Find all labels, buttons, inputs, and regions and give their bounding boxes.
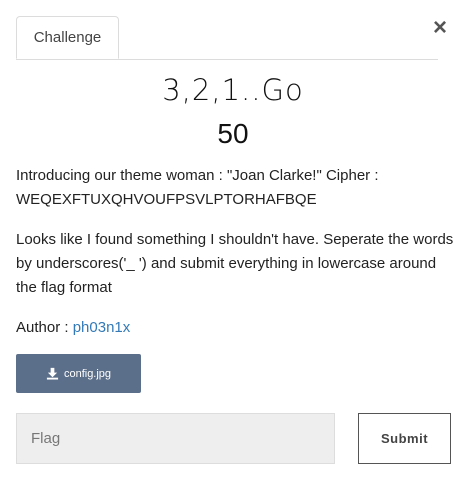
flag-input[interactable] [16, 413, 335, 464]
tab-bar: Challenge [16, 16, 438, 60]
author-label: Author : [16, 319, 69, 336]
author-link[interactable]: ph03n1x [73, 319, 131, 336]
challenge-points: 50 [217, 118, 249, 149]
download-file-button[interactable]: config.jpg [16, 354, 141, 393]
tab-challenge-label: Challenge [33, 29, 102, 46]
author-line: Author : ph03n1x [16, 316, 130, 340]
tab-challenge[interactable]: Challenge [16, 16, 119, 59]
challenge-modal: Challenge × 3,2,1..Go 50 Introducing our… [0, 0, 466, 496]
challenge-description-instructions: Looks like I found something I shouldn't… [16, 231, 454, 296]
download-icon [46, 367, 59, 380]
challenge-title: 3,2,1..Go [162, 73, 304, 107]
submit-button[interactable]: Submit [358, 413, 451, 464]
file-name: config.jpg [63, 367, 112, 380]
challenge-description-intro: Introducing our theme woman : "Joan Clar… [16, 167, 379, 208]
close-icon[interactable]: × [430, 16, 450, 40]
